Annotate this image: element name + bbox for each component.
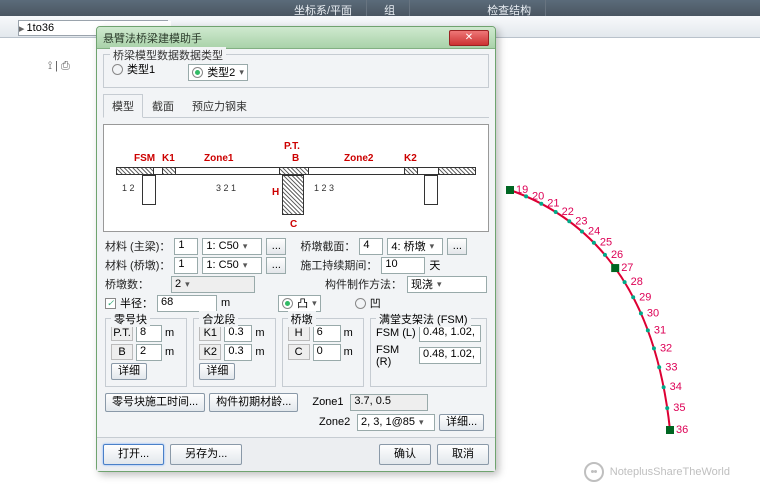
c-input[interactable]: 0 [313, 344, 341, 361]
pier-count[interactable]: 2 [171, 276, 255, 293]
svg-text:24: 24 [588, 226, 600, 238]
svg-text:32: 32 [660, 342, 672, 354]
tab-bar: 模型 截面 预应力钢束 [103, 93, 489, 118]
mat-pier-more[interactable]: ... [266, 257, 286, 274]
svg-text:30: 30 [647, 307, 659, 319]
group-pier: 桥墩 H6m C0m [282, 318, 364, 387]
b-input[interactable]: 2 [136, 344, 162, 361]
ok-button[interactable]: 确认 [379, 444, 431, 465]
svg-text:34: 34 [670, 381, 682, 393]
svg-text:36: 36 [676, 424, 688, 436]
svg-text:20: 20 [532, 190, 544, 202]
mat-main-num[interactable]: 1 [174, 238, 198, 255]
radio-concave[interactable]: 凹 [355, 295, 381, 311]
zero-detail[interactable]: 详细 [111, 363, 147, 380]
fsml-input[interactable]: 0.48, 1.02, [419, 325, 481, 342]
group-closure: 合龙段 K10.3m K20.3m 详细 [193, 318, 275, 387]
open-button[interactable]: 打开... [103, 444, 164, 465]
mat-pier-sel[interactable]: 1: C50 [202, 257, 262, 274]
zone-detail[interactable]: 详细... [439, 414, 484, 431]
pier-sec-more[interactable]: ... [447, 238, 467, 255]
fcm-wizard-dialog: 悬臂法桥梁建模助手 ✕ 桥梁模型数据数据类型 类型1 类型2 模型 截面 预应力… [96, 26, 496, 472]
svg-text:33: 33 [665, 361, 677, 373]
btn-init-age[interactable]: 构件初期材龄... [209, 393, 298, 412]
fab-method[interactable]: 现浇 [407, 276, 487, 293]
svg-text:22: 22 [562, 206, 574, 218]
app-ribbon: 坐标系/平面 组 检查结构 [0, 0, 760, 16]
closure-detail[interactable]: 详细 [199, 363, 235, 380]
pier-sec-sel[interactable]: 4: 桥墩 [387, 238, 443, 255]
bridge-diagram: FSM K1 Zone1 P.T. B Zone2 K2 H C 1 2 3 2… [103, 124, 489, 232]
tree-toolbar: ⟟ | ⎙ [48, 60, 70, 73]
svg-text:21: 21 [547, 198, 559, 210]
h-input[interactable]: 6 [313, 325, 341, 342]
svg-text:31: 31 [654, 324, 666, 336]
data-type-frame: 桥梁模型数据数据类型 类型1 类型2 [103, 54, 489, 88]
tab-model[interactable]: 模型 [103, 94, 143, 118]
mat-pier-num[interactable]: 1 [174, 257, 198, 274]
radio-type2[interactable]: 类型2 [188, 64, 248, 81]
mat-main-more[interactable]: ... [266, 238, 286, 255]
duration-input[interactable]: 10 [381, 257, 425, 274]
radius-input[interactable]: 68 [157, 295, 217, 312]
btn-zero-time[interactable]: 零号块施工时间... [105, 393, 205, 412]
k2-input[interactable]: 0.3 [224, 344, 252, 361]
k1-input[interactable]: 0.3 [224, 325, 252, 342]
pt-input[interactable]: 8 [136, 325, 162, 342]
group-fsm: 满堂支架法 (FSM) FSM (L)0.48, 1.02, FSM (R)0.… [370, 318, 487, 387]
svg-text:25: 25 [600, 237, 612, 249]
svg-text:19: 19 [516, 184, 528, 196]
group-zero-block: 零号块 P.T.8m B2m 详细 [105, 318, 187, 387]
close-button[interactable]: ✕ [449, 30, 489, 46]
saveas-button[interactable]: 另存为... [170, 444, 242, 465]
svg-text:28: 28 [631, 276, 643, 288]
radius-check[interactable]: 半径： [105, 295, 153, 311]
pier-sec-num[interactable]: 4 [359, 238, 383, 255]
mat-main-sel[interactable]: 1: C50 [202, 238, 262, 255]
tab-prestress[interactable]: 预应力钢束 [183, 94, 256, 118]
model-viewport-curve: 19 2021222324252627 28 29 30 31 32 33 34 35 36 [490, 180, 750, 440]
svg-text:26: 26 [611, 249, 623, 261]
radio-convex[interactable]: 凸 [278, 295, 321, 312]
zone1-input[interactable]: 3.7, 0.5 [350, 394, 428, 411]
watermark: NoteplusShareTheWorld [584, 462, 730, 482]
dialog-titlebar[interactable]: 悬臂法桥梁建模助手 ✕ [97, 27, 495, 49]
zone2-input[interactable]: 2, 3, 1@85 [357, 414, 435, 431]
wechat-icon [584, 462, 604, 482]
svg-text:27: 27 [621, 262, 633, 274]
dialog-buttons: 打开... 另存为... 确认 取消 [97, 437, 495, 471]
radio-type1[interactable]: 类型1 [112, 61, 155, 77]
svg-text:35: 35 [673, 402, 685, 414]
svg-text:29: 29 [639, 291, 651, 303]
fsmr-input[interactable]: 0.48, 1.02, [419, 347, 481, 364]
dialog-title: 悬臂法桥梁建模助手 [103, 30, 449, 46]
data-type-legend: 桥梁模型数据数据类型 [110, 47, 226, 63]
tab-section[interactable]: 截面 [143, 94, 183, 118]
cancel-button[interactable]: 取消 [437, 444, 489, 465]
svg-text:23: 23 [575, 215, 587, 227]
